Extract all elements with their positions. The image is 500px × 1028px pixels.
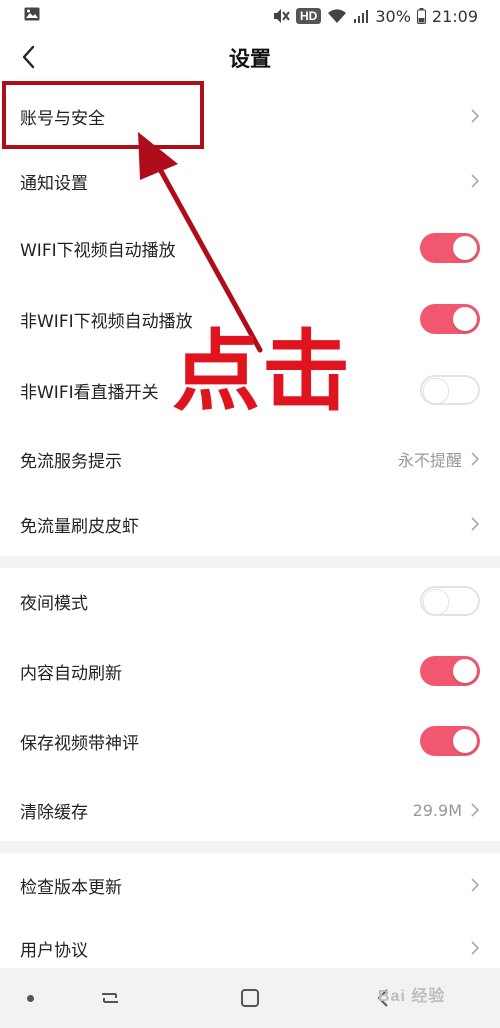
auto-refresh-toggle[interactable] (420, 656, 480, 686)
watermark-text: Bai 经验 (378, 988, 446, 1005)
setting-label: 清除缓存 (20, 802, 88, 823)
toggle-knob (423, 589, 449, 615)
setting-label: 内容自动刷新 (20, 663, 122, 684)
chevron-right-icon (471, 941, 480, 955)
save-video-comment-toggle[interactable] (420, 726, 480, 756)
chevron-right-icon (471, 109, 480, 123)
annotation-text: 点击 (172, 320, 353, 423)
gallery-icon (24, 7, 40, 21)
toggle-knob (453, 236, 477, 260)
setting-value: 29.9M (412, 800, 462, 820)
nonwifi-autoplay-toggle[interactable] (420, 304, 480, 334)
setting-value: 永不提醒 (397, 451, 462, 470)
mute-icon (273, 9, 290, 23)
chevron-right-icon (471, 517, 480, 531)
setting-row-clear-cache[interactable]: 清除缓存 29.9M (0, 780, 500, 840)
page-title: 设置 (229, 47, 271, 71)
setting-label: 检查版本更新 (20, 877, 122, 898)
toggle-knob (453, 729, 477, 753)
setting-label: 通知设置 (20, 173, 88, 194)
nav-bar: 设置 (0, 34, 500, 80)
battery-percent: 30% (375, 6, 411, 26)
setting-label: 非WIFI看直播开关 (20, 382, 159, 403)
recent-apps-icon[interactable] (98, 986, 122, 1010)
section-divider (0, 841, 500, 853)
setting-row-save-video-comment: 保存视频带神评 (0, 711, 500, 771)
chevron-right-icon (471, 878, 480, 892)
toggle-knob (423, 378, 449, 404)
toggle-knob (453, 307, 477, 331)
system-nav-bar: Bai 经验 (0, 968, 500, 1028)
nonwifi-live-toggle[interactable] (420, 375, 480, 405)
setting-label: 免流量刷皮皮虾 (20, 516, 139, 537)
status-bar: HD 30% 21:09 (0, 0, 500, 34)
home-icon[interactable] (238, 986, 262, 1010)
setting-label: 夜间模式 (20, 593, 88, 614)
hd-badge: HD (295, 8, 322, 24)
chevron-right-icon (471, 174, 480, 188)
chevron-right-icon (471, 803, 480, 817)
toggle-knob (453, 659, 477, 683)
setting-row-free-flow-pipixia[interactable]: 免流量刷皮皮虾 (0, 494, 500, 554)
chevron-right-icon (471, 452, 480, 466)
signal-icon (354, 10, 369, 23)
setting-row-night-mode: 夜间模式 (0, 571, 500, 631)
clock: 21:09 (431, 6, 478, 26)
setting-label: 免流服务提示 (20, 451, 122, 472)
wifi-icon (328, 9, 347, 23)
setting-row-free-flow-tip[interactable]: 免流服务提示 永不提醒 (0, 429, 500, 489)
setting-row-auto-refresh: 内容自动刷新 (0, 641, 500, 701)
setting-row-check-update[interactable]: 检查版本更新 (0, 855, 500, 915)
night-mode-toggle[interactable] (420, 586, 480, 616)
setting-label: 用户协议 (20, 940, 88, 961)
setting-label: 保存视频带神评 (20, 733, 139, 754)
battery-icon (416, 8, 426, 24)
status-icons: HD 30% 21:09 (272, 4, 478, 28)
section-divider (0, 556, 500, 568)
nav-dot-icon[interactable] (27, 995, 34, 1002)
wifi-autoplay-toggle[interactable] (420, 233, 480, 263)
